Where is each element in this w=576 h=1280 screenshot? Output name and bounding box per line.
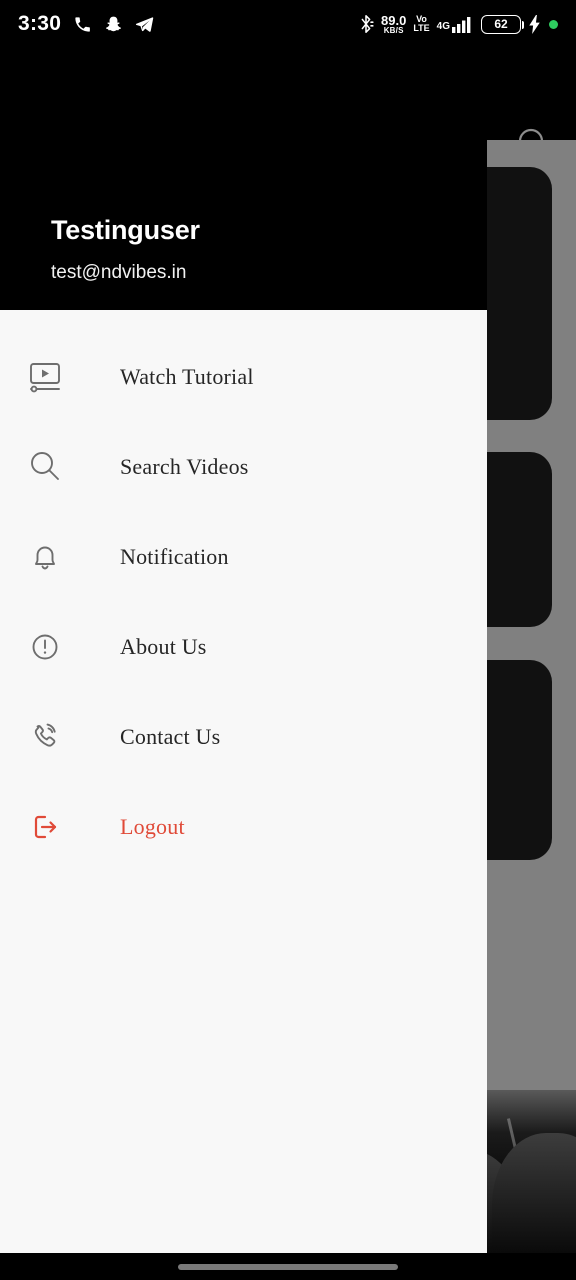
status-dot-icon: [549, 19, 558, 29]
battery-indicator: 62: [481, 14, 524, 34]
bell-icon: [22, 534, 68, 580]
menu-item-notification[interactable]: Notification: [0, 512, 487, 602]
profile-name: Testinguser: [51, 215, 200, 245]
snapchat-icon: [104, 15, 123, 34]
status-bar-right: 89.0 KB/S Vo LTE 4G 62: [358, 14, 558, 35]
network-speed-value: 89.0: [381, 12, 407, 28]
menu-item-label: Search Videos: [120, 454, 249, 479]
navigation-drawer: Testinguser test@ndvibes.in Watch Tutori…: [0, 48, 487, 1253]
phone-icon: [73, 15, 92, 34]
network-speed-indicator: 89.0 KB/S: [381, 14, 406, 35]
network-speed-unit: KB/S: [383, 25, 404, 35]
menu-item-search-videos[interactable]: Search Videos: [0, 422, 487, 512]
phone-call-icon: [22, 714, 68, 760]
signal-bars-icon: 4G: [437, 16, 474, 33]
menu-item-label: Contact Us: [120, 724, 221, 749]
menu-item-label: Logout: [120, 814, 185, 839]
drawer-profile-header: Testinguser test@ndvibes.in: [0, 48, 487, 310]
volte-bottom-label: LTE: [413, 23, 430, 33]
menu-item-contact-us[interactable]: Contact Us: [0, 692, 487, 782]
profile-email: test@ndvibes.in: [51, 262, 187, 283]
system-navigation-bar: [0, 1253, 576, 1280]
menu-item-about-us[interactable]: About Us: [0, 602, 487, 692]
info-circle-icon: [22, 624, 68, 670]
volte-indicator: Vo LTE: [413, 14, 430, 34]
home-indicator[interactable]: [178, 1263, 398, 1270]
menu-item-label: Watch Tutorial: [120, 364, 254, 389]
phone-screen: S 3:30: [0, 0, 576, 1280]
menu-item-label: Notification: [120, 544, 229, 569]
video-tutorial-icon: [22, 354, 68, 400]
telegram-icon: [135, 15, 154, 34]
battery-level-label: 62: [494, 17, 508, 31]
menu-item-label: About Us: [120, 634, 207, 659]
status-bar: 3:30 89.0 KB/S Vo LTE 4G 62: [0, 0, 576, 48]
menu-item-watch-tutorial[interactable]: Watch Tutorial: [0, 332, 487, 422]
network-generation-label: 4G: [436, 20, 450, 32]
bluetooth-icon: [358, 14, 374, 34]
charging-bolt-icon: [528, 14, 542, 34]
drawer-menu-list: Watch Tutorial Search Videos Notificatio…: [0, 310, 487, 1253]
menu-item-logout[interactable]: Logout: [0, 782, 487, 872]
logout-icon: [22, 804, 68, 850]
search-icon: [22, 444, 68, 490]
status-bar-left: 3:30: [18, 12, 154, 36]
status-bar-clock: 3:30: [18, 12, 62, 35]
